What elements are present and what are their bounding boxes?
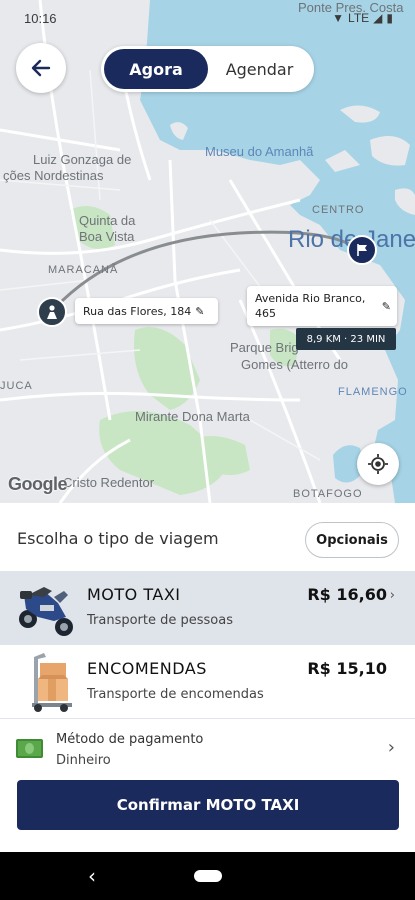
map-label-luiz2: ções Nordestinas	[3, 168, 104, 183]
ride-name: MOTO TAXI	[87, 585, 181, 604]
map-view[interactable]: Ponte Pres. Costa Museu do Amanhã Luiz G…	[0, 0, 415, 503]
origin-address: Rua das Flores, 184	[83, 304, 192, 318]
cash-icon	[16, 739, 43, 758]
map-label-maracana: MARACANÃ	[48, 264, 119, 276]
signal-icon: ◢	[373, 11, 383, 25]
tab-schedule[interactable]: Agendar	[208, 49, 311, 89]
system-nav-bar: ‹	[0, 852, 415, 900]
map-label-luiz1: Luiz Gonzaga de	[33, 152, 132, 167]
my-location-button[interactable]	[357, 443, 399, 485]
wifi-icon: ▼	[332, 11, 345, 25]
map-label-juca: JUCA	[0, 380, 33, 392]
map-label-cristo: Cristo Redentor	[63, 475, 155, 490]
crosshair-icon	[368, 454, 388, 474]
nav-home-icon[interactable]	[194, 870, 222, 882]
destination-address: Avenida Rio Branco, 465	[255, 292, 366, 320]
confirm-button[interactable]: Confirmar MOTO TAXI	[17, 780, 399, 830]
ride-name: ENCOMENDAS	[87, 659, 207, 678]
network-label: LTE	[348, 11, 370, 25]
ride-sheet: Escolha o tipo de viagem Opcionais MOTO …	[0, 503, 415, 852]
package-icon	[32, 653, 72, 712]
flag-icon	[357, 244, 367, 256]
map-label-botafogo: BOTAFOGO	[293, 488, 363, 500]
destination-address-chip[interactable]: Avenida Rio Branco, 465 ✎	[247, 286, 397, 326]
back-button[interactable]	[16, 43, 66, 93]
payment-method-row[interactable]: Método de pagamento Dinheiro ›	[0, 719, 415, 779]
time-toggle: Agora Agendar	[101, 46, 314, 92]
ride-price: R$ 15,10	[307, 659, 387, 678]
map-label-flamengo: FLAMENGO	[338, 386, 408, 398]
ride-option-moto-taxi[interactable]: MOTO TAXI Transporte de pessoas R$ 16,60…	[0, 571, 415, 645]
chevron-right-icon: ›	[387, 737, 395, 758]
pencil-icon: ✎	[195, 304, 205, 318]
chevron-right-icon: ›	[389, 588, 395, 603]
motorcycle-icon	[19, 587, 73, 636]
sheet-title: Escolha o tipo de viagem	[17, 529, 219, 548]
nav-back-icon[interactable]: ‹	[88, 864, 96, 888]
map-label-centro: CENTRO	[312, 204, 365, 216]
options-button[interactable]: Opcionais	[305, 522, 399, 558]
ride-option-encomendas[interactable]: ENCOMENDAS Transporte de encomendas R$ 1…	[0, 645, 415, 719]
ride-price: R$ 16,60	[307, 585, 387, 604]
map-label-museu: Museu do Amanhã	[205, 144, 314, 159]
map-label-quinta2: Boa Vista	[79, 229, 135, 244]
pencil-icon: ✎	[381, 299, 391, 313]
payment-value: Dinheiro	[56, 753, 111, 768]
map-label-quinta1: Quinta da	[79, 213, 136, 228]
status-bar: 10:16 ▼ LTE ◢ ▮	[0, 0, 415, 26]
origin-address-chip[interactable]: Rua das Flores, 184 ✎	[75, 298, 218, 324]
eta-badge: 8,9 KM · 23 MIN	[296, 328, 396, 350]
battery-icon: ▮	[386, 11, 393, 25]
google-logo: Google	[8, 474, 68, 494]
destination-pin[interactable]	[347, 235, 377, 265]
map-label-parque2: Gomes (Atterro do	[241, 357, 348, 372]
status-icons: ▼ LTE ◢ ▮	[332, 11, 393, 25]
ride-description: Transporte de pessoas	[87, 613, 234, 628]
origin-pin[interactable]	[37, 297, 67, 327]
map-label-parque1: Parque Brig	[230, 340, 299, 355]
status-time: 10:16	[24, 11, 57, 26]
ride-description: Transporte de encomendas	[87, 687, 264, 702]
map-label-mirante: Mirante Dona Marta	[135, 409, 250, 424]
payment-label: Método de pagamento	[56, 732, 204, 747]
person-icon	[47, 305, 57, 319]
tab-now[interactable]: Agora	[104, 49, 208, 89]
arrow-left-icon	[31, 59, 51, 77]
